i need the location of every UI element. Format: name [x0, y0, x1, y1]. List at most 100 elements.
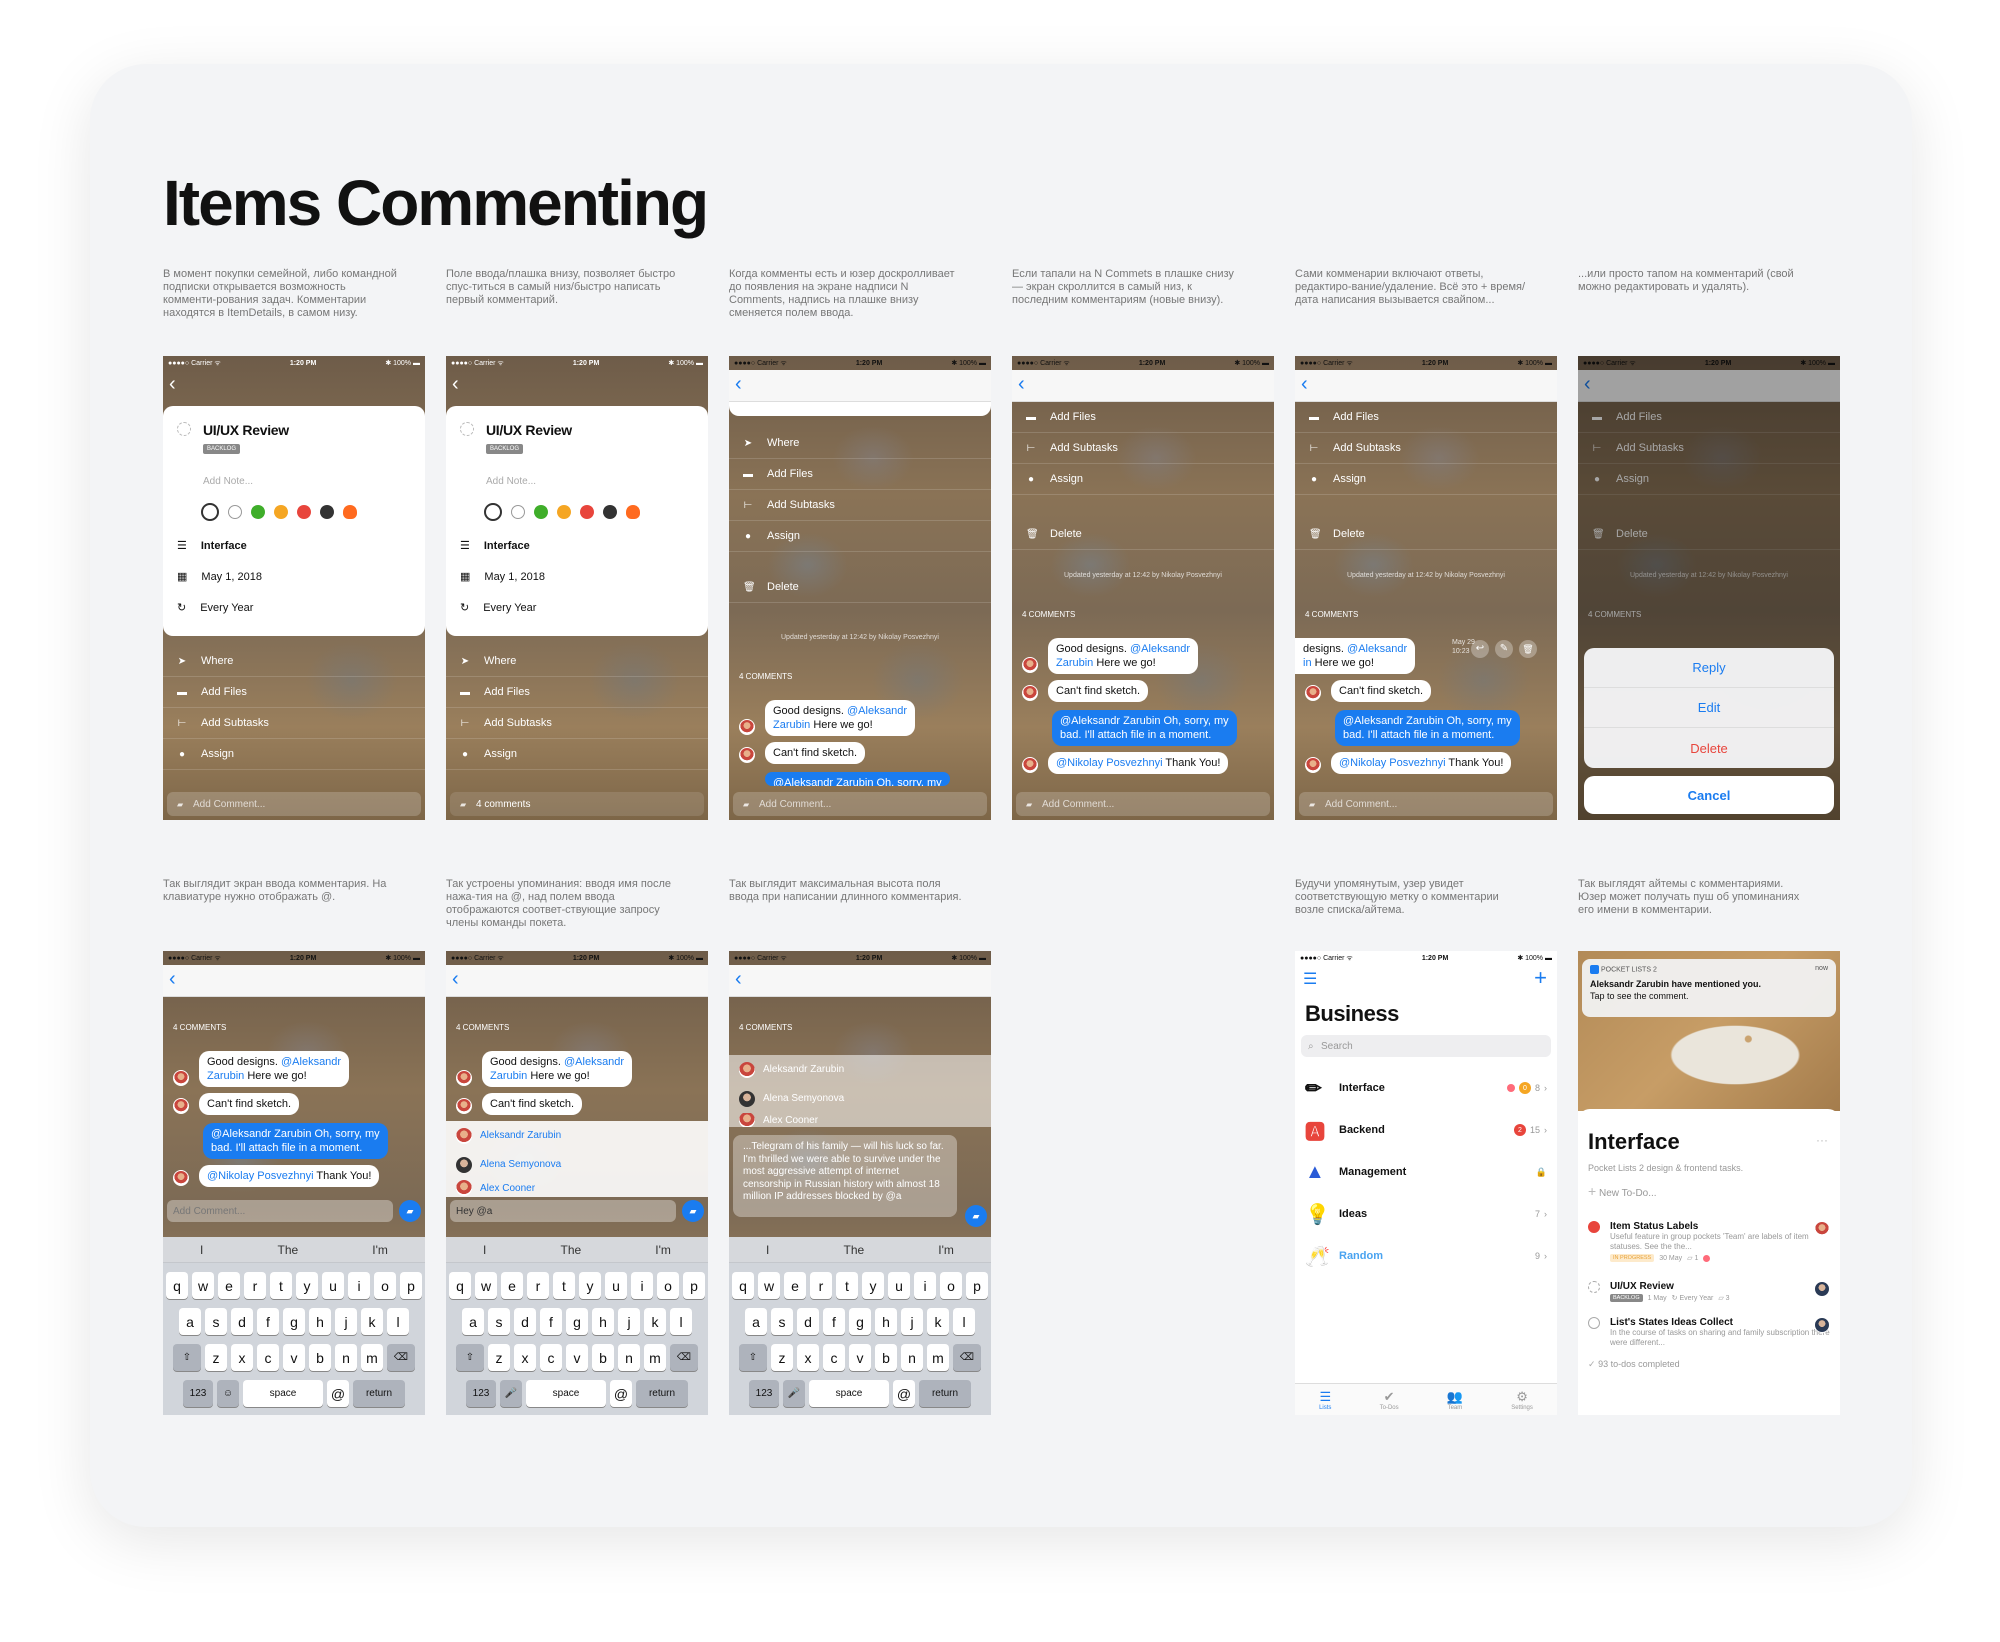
return-key[interactable]: return	[353, 1380, 405, 1407]
menu-assign[interactable]: ● Assign	[446, 739, 708, 770]
key-p[interactable]: p	[400, 1272, 422, 1299]
key-h[interactable]: h	[875, 1308, 897, 1335]
key-a[interactable]: a	[745, 1308, 767, 1335]
key-d[interactable]: d	[514, 1308, 536, 1335]
key-z[interactable]: z	[488, 1344, 510, 1371]
checkbox-icon[interactable]	[460, 422, 474, 436]
menu-delete[interactable]: 🗑 Delete	[1295, 519, 1557, 550]
key-i[interactable]: i	[631, 1272, 653, 1299]
back-icon[interactable]: ‹	[1301, 374, 1308, 394]
menu-where[interactable]: ➤ Where	[163, 646, 425, 677]
key-c[interactable]: c	[823, 1344, 845, 1371]
key-b[interactable]: b	[309, 1344, 331, 1371]
key-v[interactable]: v	[849, 1344, 871, 1371]
back-icon[interactable]: ‹	[735, 969, 742, 989]
menu-add-subtasks[interactable]: ⊢ Add Subtasks	[1295, 433, 1557, 464]
key-m[interactable]: m	[927, 1344, 949, 1371]
key-t[interactable]: t	[836, 1272, 858, 1299]
comment-bubble[interactable]: Can't find sketch.	[1331, 680, 1432, 702]
comment-bubble[interactable]: @Aleksandr Zarubin Oh, sorry, my	[765, 772, 950, 786]
key-q[interactable]: q	[449, 1272, 471, 1299]
key-b[interactable]: b	[592, 1344, 614, 1371]
key-i[interactable]: i	[914, 1272, 936, 1299]
shift-icon[interactable]: ⇧	[173, 1344, 201, 1371]
comment-bubble[interactable]: Good designs. @Aleksandr Zarubin Here we …	[765, 700, 916, 736]
add-comment-field[interactable]: Add Comment...	[733, 792, 987, 816]
key-b[interactable]: b	[875, 1344, 897, 1371]
add-comment-field[interactable]: Add Comment...	[1016, 792, 1270, 816]
menu-where[interactable]: ➤ Where	[446, 646, 708, 677]
shift-icon[interactable]: ⇧	[456, 1344, 484, 1371]
key-j[interactable]: j	[335, 1308, 357, 1335]
key-o[interactable]: o	[940, 1272, 962, 1299]
at-key[interactable]: @	[327, 1380, 349, 1407]
comment-bubble[interactable]: Good designs. @Aleksandr Zarubin Here we …	[199, 1051, 350, 1087]
delete-icon[interactable]: 🗑	[1519, 640, 1537, 658]
more-icon[interactable]: ···	[1816, 1133, 1828, 1147]
key-l[interactable]: l	[670, 1308, 692, 1335]
comment-bubble-swiped[interactable]: designs. @Aleksandr in Here we go!	[1295, 638, 1416, 674]
key-f[interactable]: f	[540, 1308, 562, 1335]
menu-add-subtasks[interactable]: ⊢ Add Subtasks	[163, 708, 425, 739]
key-v[interactable]: v	[566, 1344, 588, 1371]
numbers-key[interactable]: 123	[749, 1380, 779, 1407]
key-w[interactable]: w	[192, 1272, 214, 1299]
key-t[interactable]: t	[270, 1272, 292, 1299]
priority-picker[interactable]	[201, 503, 357, 521]
item-title[interactable]: UI/UX Review	[486, 422, 572, 438]
key-k[interactable]: k	[644, 1308, 666, 1335]
mention-option[interactable]: Alena Semyonova	[729, 1084, 991, 1113]
edit-action[interactable]: Edit	[1584, 688, 1834, 728]
checkbox-icon[interactable]	[177, 422, 191, 436]
space-key[interactable]: space	[243, 1380, 323, 1407]
comment-input[interactable]: Hey @a	[450, 1200, 676, 1222]
key-j[interactable]: j	[618, 1308, 640, 1335]
add-note-field[interactable]: Add Note...	[486, 476, 536, 487]
key-m[interactable]: m	[644, 1344, 666, 1371]
key-y[interactable]: y	[579, 1272, 601, 1299]
mention-option[interactable]: Aleksandr Zarubin	[446, 1121, 708, 1150]
comment-bubble[interactable]: Good designs. @Aleksandr Zarubin Here we …	[1048, 638, 1199, 674]
key-a[interactable]: a	[462, 1308, 484, 1335]
delete-action[interactable]: Delete	[1584, 728, 1834, 768]
key-c[interactable]: c	[540, 1344, 562, 1371]
key-j[interactable]: j	[901, 1308, 923, 1335]
key-h[interactable]: h	[309, 1308, 331, 1335]
key-n[interactable]: n	[901, 1344, 923, 1371]
key-d[interactable]: d	[797, 1308, 819, 1335]
shift-icon[interactable]: ⇧	[739, 1344, 767, 1371]
key-k[interactable]: k	[361, 1308, 383, 1335]
reply-action[interactable]: Reply	[1584, 648, 1834, 688]
mention-option[interactable]: Aleksandr Zarubin	[729, 1055, 991, 1084]
key-y[interactable]: y	[862, 1272, 884, 1299]
key-l[interactable]: l	[387, 1308, 409, 1335]
comment-bubble[interactable]: @Aleksandr Zarubin Oh, sorry, my bad. I'l…	[1052, 710, 1237, 746]
key-p[interactable]: p	[683, 1272, 705, 1299]
microphone-icon[interactable]: 🎤	[783, 1380, 805, 1407]
menu-add-files[interactable]: ▬ Add Files	[1295, 402, 1557, 433]
menu-assign[interactable]: ● Assign	[1012, 464, 1274, 495]
key-o[interactable]: o	[657, 1272, 679, 1299]
add-comment-field[interactable]: Add Comment...	[1299, 792, 1553, 816]
add-comment-bar[interactable]: Add Comment...	[167, 792, 421, 816]
long-comment-input[interactable]: ...Telegram of his family — will his luc…	[733, 1135, 957, 1217]
comment-bubble[interactable]: Can't find sketch.	[1048, 680, 1149, 702]
comment-bubble[interactable]: @Aleksandr Zarubin Oh, sorry, my bad. I'l…	[1335, 710, 1520, 746]
key-f[interactable]: f	[823, 1308, 845, 1335]
numbers-key[interactable]: 123	[466, 1380, 496, 1407]
comment-bubble[interactable]: @Nikolay Posvezhnyi Thank You!	[1048, 752, 1229, 774]
menu-delete[interactable]: 🗑 Delete	[729, 572, 991, 603]
list-item[interactable]: 🅰 Backend 2 15 ›	[1305, 1113, 1547, 1147]
new-todo-input[interactable]: + New To-Do...	[1588, 1183, 1657, 1199]
send-icon[interactable]: ▰	[965, 1205, 987, 1227]
key-g[interactable]: g	[849, 1308, 871, 1335]
key-u[interactable]: u	[322, 1272, 344, 1299]
key-n[interactable]: n	[618, 1344, 640, 1371]
numbers-key[interactable]: 123	[183, 1380, 213, 1407]
menu-icon[interactable]: ☰	[1303, 969, 1317, 989]
microphone-icon[interactable]: 🎤	[500, 1380, 522, 1407]
cancel-button[interactable]: Cancel	[1584, 776, 1834, 814]
key-r[interactable]: r	[527, 1272, 549, 1299]
key-o[interactable]: o	[374, 1272, 396, 1299]
comment-bubble[interactable]: Good designs. @Aleksandr Zarubin Here we …	[482, 1051, 633, 1087]
